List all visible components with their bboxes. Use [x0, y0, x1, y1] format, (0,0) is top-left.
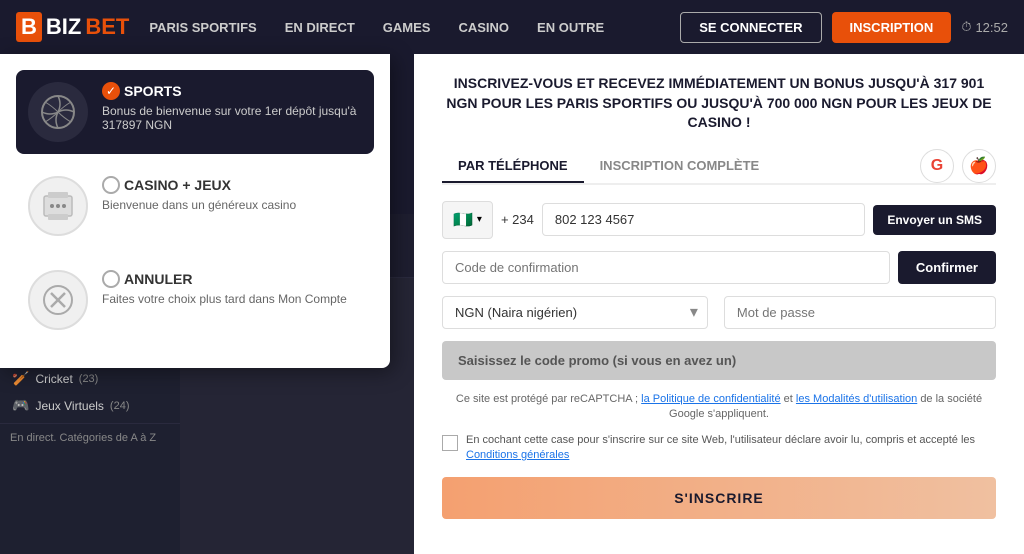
terms-row: En cochant cette case pour s'inscrire su…: [442, 433, 996, 464]
registration-tabs: PAR TÉLÉPHONE INSCRIPTION COMPLÈTE G 🍎: [442, 149, 996, 185]
sinscrire-button[interactable]: S'INSCRIRE: [442, 477, 996, 519]
header-right: SE CONNECTER INSCRIPTION ⏱ 12:52: [680, 12, 1008, 43]
privacy-policy-link[interactable]: la Politique de confidentialité: [641, 393, 780, 405]
logo-biz-text: BIZ: [46, 14, 81, 40]
virtual-icon: 🎮: [12, 397, 29, 414]
bonus-casino-desc: Bienvenue dans un généreux casino: [102, 198, 296, 212]
sport-count: (23): [79, 373, 99, 385]
nav-paris-sportifs[interactable]: PARIS SPORTIFS: [149, 20, 256, 35]
bonus-option-casino[interactable]: CASINO + JEUX Bienvenue dans un généreux…: [16, 164, 374, 248]
sport-label: Jeux Virtuels: [35, 399, 103, 413]
bonus-annuler-text: ANNULER Faites votre choix plus tard dan…: [102, 270, 347, 306]
currency-password-row: NGN (Naira nigérien): [442, 296, 996, 329]
bonus-annuler-title: ANNULER: [124, 271, 192, 287]
clock-time: 12:52: [975, 20, 1008, 35]
phone-row: 🇳🇬 ▾ + 234 Envoyer un SMS: [442, 201, 996, 239]
recaptcha-notice: Ce site est protégé par reCAPTCHA ; la P…: [442, 392, 996, 423]
inscription-button[interactable]: INSCRIPTION: [832, 12, 952, 43]
casino-bonus-icon: [28, 176, 88, 236]
logo-b-letter: B: [16, 12, 42, 42]
promo-section[interactable]: Saisissez le code promo (si vous en avez…: [442, 341, 996, 380]
bonus-sports-title: SPORTS: [124, 83, 182, 99]
cancel-bonus-icon: [28, 270, 88, 330]
annuler-check-icon: [102, 270, 120, 288]
country-selector[interactable]: 🇳🇬 ▾: [442, 201, 493, 239]
sport-count: (24): [110, 400, 130, 412]
nav-en-direct[interactable]: EN DIRECT: [285, 20, 355, 35]
bonus-casino-title: CASINO + JEUX: [124, 177, 231, 193]
bonus-option-sports[interactable]: ✓ SPORTS Bonus de bienvenue sur votre 1e…: [16, 70, 374, 154]
nav-en-outre[interactable]: EN OUTRE: [537, 20, 604, 35]
bonus-annuler-desc: Faites votre choix plus tard dans Mon Co…: [102, 292, 347, 306]
sport-label: Cricket: [35, 372, 72, 386]
currency-select[interactable]: NGN (Naira nigérien): [442, 296, 708, 329]
logo-bet-text: BET: [85, 14, 129, 40]
sport-item-virtual[interactable]: 🎮 Jeux Virtuels (24): [0, 392, 180, 419]
apple-login-button[interactable]: 🍎: [962, 149, 996, 183]
terms-of-use-link[interactable]: les Modalités d'utilisation: [796, 393, 917, 405]
sport-item-cricket[interactable]: 🏏 Cricket (23): [0, 365, 180, 392]
bonus-option-annuler[interactable]: ANNULER Faites votre choix plus tard dan…: [16, 258, 374, 342]
bonus-sports-text: ✓ SPORTS Bonus de bienvenue sur votre 1e…: [102, 82, 362, 132]
registration-headline: INSCRIVEZ-VOUS ET RECEVEZ IMMÉDIATEMENT …: [442, 74, 996, 133]
bonus-casino-text: CASINO + JEUX Bienvenue dans un généreux…: [102, 176, 296, 212]
casino-check-icon: [102, 176, 120, 194]
sidebar-bottom: En direct. Catégories de A à Z: [0, 423, 180, 452]
password-input[interactable]: [724, 296, 996, 329]
tab-par-telephone[interactable]: PAR TÉLÉPHONE: [442, 150, 584, 183]
tab-inscription-complete[interactable]: INSCRIPTION COMPLÈTE: [584, 150, 776, 183]
nigeria-flag-icon: 🇳🇬: [453, 210, 473, 230]
recaptcha-text-2: et: [784, 393, 793, 405]
nav-casino[interactable]: CASINO: [458, 20, 509, 35]
terms-checkbox[interactable]: [442, 435, 458, 451]
confirmer-button[interactable]: Confirmer: [898, 251, 996, 284]
phone-input[interactable]: [542, 203, 865, 236]
registration-panel: INSCRIVEZ-VOUS ET RECEVEZ IMMÉDIATEMENT …: [414, 54, 1024, 554]
confirmation-code-input[interactable]: [442, 251, 890, 284]
recaptcha-text-1: Ce site est protégé par reCAPTCHA ;: [456, 393, 638, 405]
main-nav: PARIS SPORTIFS EN DIRECT GAMES CASINO EN…: [149, 20, 660, 35]
clock-icon: ⏱: [961, 19, 971, 35]
nav-games[interactable]: GAMES: [383, 20, 431, 35]
connect-button[interactable]: SE CONNECTER: [680, 12, 821, 43]
chevron-down-icon: ▾: [477, 214, 482, 225]
currency-wrapper: NGN (Naira nigérien): [442, 296, 708, 329]
phone-prefix: + 234: [501, 212, 534, 227]
logo: B BIZ BET: [16, 12, 129, 42]
main-layout: 🏆 TOP Chan 👤 Top matc ▶ ÉVÉNEM ⚽ Footbal…: [0, 54, 1024, 554]
sports-check-icon: ✓: [102, 82, 120, 100]
send-sms-button[interactable]: Envoyer un SMS: [873, 205, 996, 235]
bonus-popup: ✓ SPORTS Bonus de bienvenue sur votre 1e…: [0, 54, 390, 368]
social-icons: G 🍎: [920, 149, 996, 183]
terms-text: En cochant cette case pour s'inscrire su…: [466, 433, 996, 464]
sports-bonus-icon: [28, 82, 88, 142]
general-conditions-link[interactable]: Conditions générales: [466, 449, 569, 461]
header: B BIZ BET PARIS SPORTIFS EN DIRECT GAMES…: [0, 0, 1024, 54]
google-login-button[interactable]: G: [920, 149, 954, 183]
cricket-icon: 🏏: [12, 370, 29, 387]
confirm-row: Confirmer: [442, 251, 996, 284]
clock: ⏱ 12:52: [961, 19, 1008, 35]
bonus-sports-desc: Bonus de bienvenue sur votre 1er dépôt j…: [102, 104, 362, 132]
terms-text-1: En cochant cette case pour s'inscrire su…: [466, 434, 975, 446]
